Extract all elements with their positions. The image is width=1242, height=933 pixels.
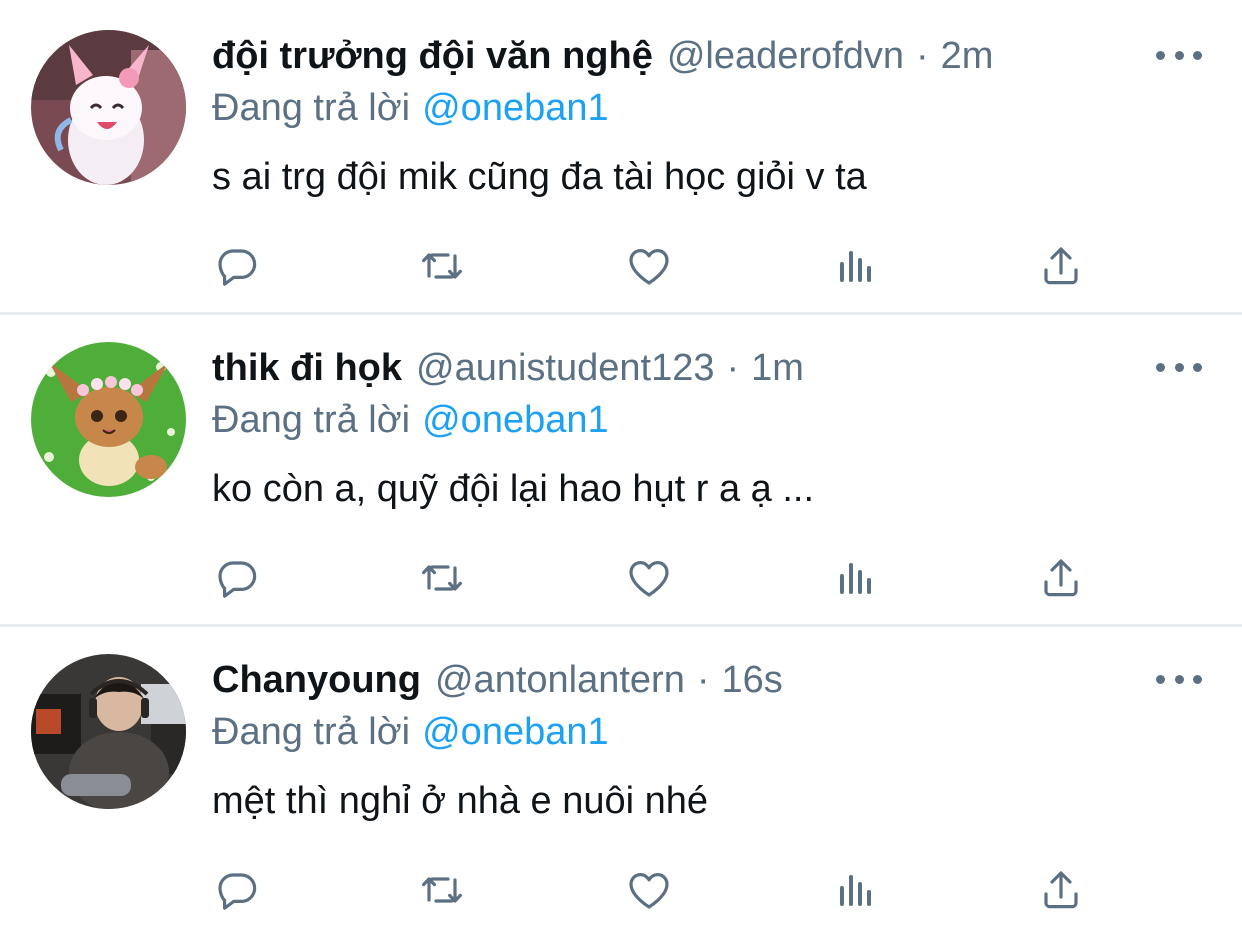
heart-icon: [629, 561, 669, 597]
timestamp[interactable]: 16s: [722, 654, 783, 706]
share-icon: [1044, 559, 1078, 597]
display-name[interactable]: Chanyoung: [212, 654, 421, 706]
avatar-pink-creature-image: [31, 30, 186, 185]
user-handle[interactable]: @aunistudent123: [416, 342, 714, 394]
avatar-brown-fox-creature-image: [31, 342, 186, 497]
analytics-button[interactable]: [826, 236, 886, 296]
replying-to: Đang trả lời @oneban1: [212, 394, 609, 446]
timestamp[interactable]: 1m: [751, 342, 804, 394]
retweet-button[interactable]: [412, 236, 472, 296]
tweet-header: thik đi họk @aunistudent123 · 1m: [212, 342, 804, 394]
more-options-icon[interactable]: [1156, 354, 1202, 380]
tweet[interactable]: thik đi họk @aunistudent123 · 1m Đang tr…: [0, 312, 1242, 624]
retweet-button[interactable]: [412, 548, 472, 608]
tweet[interactable]: đội trưởng đội văn nghệ @leaderofdvn · 2…: [0, 0, 1242, 312]
retweet-icon: [422, 565, 462, 591]
like-button[interactable]: [619, 860, 679, 920]
avatar[interactable]: [31, 654, 186, 809]
share-icon: [1044, 247, 1078, 285]
tweet-text: s ai trg đội mik cũng đa tài học giỏi v …: [212, 156, 867, 198]
reply-icon: [218, 561, 257, 598]
heart-icon: [629, 873, 669, 909]
retweet-button[interactable]: [412, 860, 472, 920]
avatar[interactable]: [31, 30, 186, 185]
replying-to: Đang trả lời @oneban1: [212, 706, 609, 758]
analytics-icon: [840, 563, 871, 594]
heart-icon: [629, 249, 669, 285]
reply-icon: [218, 873, 257, 910]
analytics-button[interactable]: [826, 860, 886, 920]
replying-to-label: Đang trả lời: [212, 87, 411, 129]
share-icon: [1044, 871, 1078, 909]
separator-dot: ·: [726, 347, 740, 389]
tweet[interactable]: Chanyoung @antonlantern · 16s Đang trả l…: [0, 624, 1242, 933]
reply-icon: [218, 249, 257, 286]
retweet-icon: [422, 877, 462, 903]
replying-to-label: Đang trả lời: [212, 399, 411, 441]
display-name[interactable]: thik đi họk: [212, 342, 402, 394]
separator-dot: ·: [916, 35, 929, 77]
avatar-person-photo-image: [31, 654, 186, 809]
timestamp[interactable]: 2m: [941, 30, 994, 82]
tweet-header: Chanyoung @antonlantern · 16s: [212, 654, 783, 706]
tweet-replies-feed: đội trưởng đội văn nghệ @leaderofdvn · 2…: [0, 0, 1242, 933]
replying-to-label: Đang trả lời: [212, 711, 411, 753]
tweet-text: mệt thì nghỉ ở nhà e nuôi nhé: [212, 780, 709, 822]
display-name[interactable]: đội trưởng đội văn nghệ: [212, 30, 653, 82]
mention-link[interactable]: @oneban1: [422, 711, 609, 753]
analytics-button[interactable]: [826, 548, 886, 608]
user-handle[interactable]: @leaderofdvn: [667, 30, 904, 82]
analytics-icon: [840, 251, 871, 282]
more-options-icon[interactable]: [1156, 666, 1202, 692]
like-button[interactable]: [619, 548, 679, 608]
mention-link[interactable]: @oneban1: [422, 399, 609, 441]
tweet-actions: [0, 548, 1242, 608]
retweet-icon: [422, 253, 462, 279]
share-button[interactable]: [1031, 860, 1091, 920]
share-button[interactable]: [1031, 548, 1091, 608]
tweet-actions: [0, 236, 1242, 296]
tweet-text: ko còn a, quỹ đội lại hao hụt r a ạ ...: [212, 468, 815, 510]
share-button[interactable]: [1031, 236, 1091, 296]
reply-button[interactable]: [208, 860, 268, 920]
analytics-icon: [840, 875, 871, 906]
mention-link[interactable]: @oneban1: [422, 87, 609, 129]
replying-to: Đang trả lời @oneban1: [212, 82, 609, 134]
tweet-actions: [0, 860, 1242, 920]
reply-button[interactable]: [208, 236, 268, 296]
user-handle[interactable]: @antonlantern: [435, 654, 685, 706]
avatar[interactable]: [31, 342, 186, 497]
tweet-header: đội trưởng đội văn nghệ @leaderofdvn · 2…: [212, 30, 993, 82]
reply-button[interactable]: [208, 548, 268, 608]
more-options-icon[interactable]: [1156, 42, 1202, 68]
like-button[interactable]: [619, 236, 679, 296]
separator-dot: ·: [696, 659, 710, 701]
